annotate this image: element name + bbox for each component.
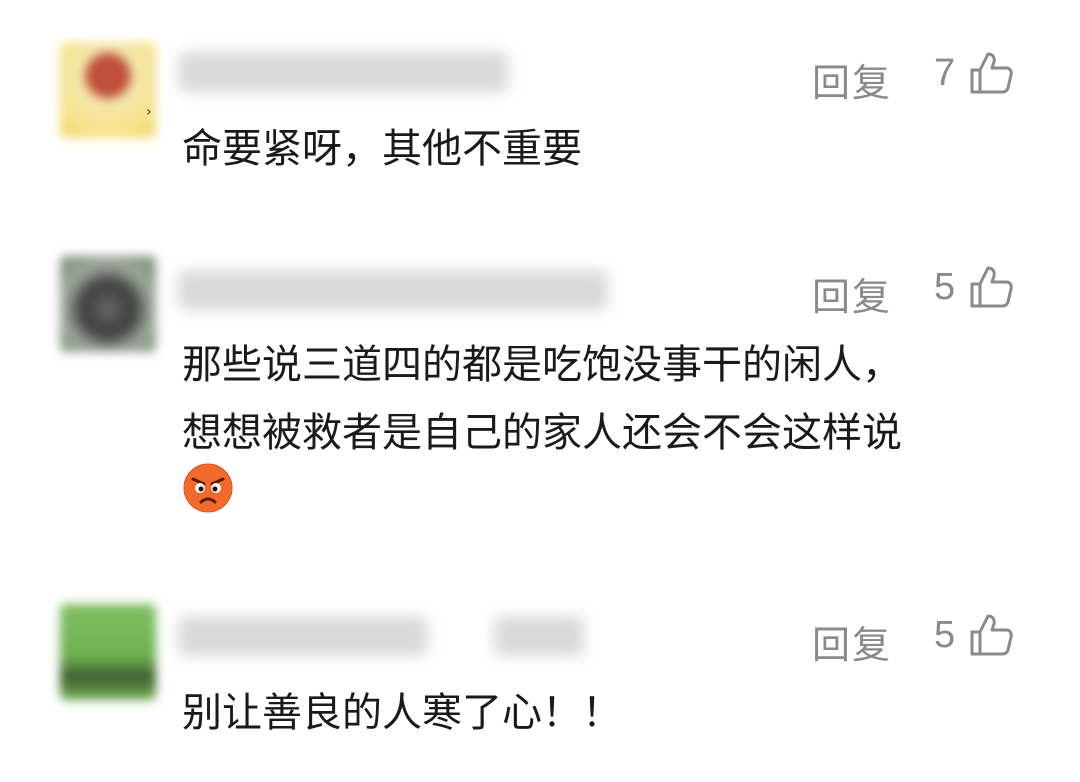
like-count: 5 — [934, 614, 956, 656]
thumbs-up-icon[interactable] — [968, 50, 1014, 96]
comment-text: 命要紧呀，其他不重要 — [182, 126, 582, 172]
avatar[interactable] — [60, 42, 156, 138]
comment-text: 那些说三道四的都是吃饱没事干的闲人， — [182, 342, 902, 388]
comment-item: › 回复 7 命要紧呀，其他不重要 — [0, 0, 1080, 220]
comment-text: 想想被救者是自己的家人还会不会这样说 — [182, 410, 902, 456]
username-blurred — [178, 616, 428, 656]
thumbs-up-icon[interactable] — [968, 264, 1014, 310]
thumbs-up-icon[interactable] — [968, 612, 1014, 658]
timestamp-blurred — [494, 616, 584, 656]
reply-button[interactable]: 回复 — [812, 266, 892, 321]
username-blurred — [178, 52, 508, 92]
avatar[interactable] — [60, 256, 156, 352]
like-count: 5 — [934, 266, 956, 308]
username-blurred — [178, 270, 608, 310]
reply-button[interactable]: 回复 — [812, 52, 892, 107]
comment-list: › 回复 7 命要紧呀，其他不重要 回复 5 那些说三道四的都是吃饱没事干的闲人… — [0, 0, 1080, 782]
comment-text: 别让善良的人寒了心！！ — [182, 690, 622, 736]
avatar[interactable] — [60, 604, 156, 700]
caret-icon: › — [146, 104, 152, 120]
angry-face-icon — [183, 463, 233, 513]
reply-button[interactable]: 回复 — [812, 614, 892, 669]
like-count: 7 — [934, 52, 956, 94]
